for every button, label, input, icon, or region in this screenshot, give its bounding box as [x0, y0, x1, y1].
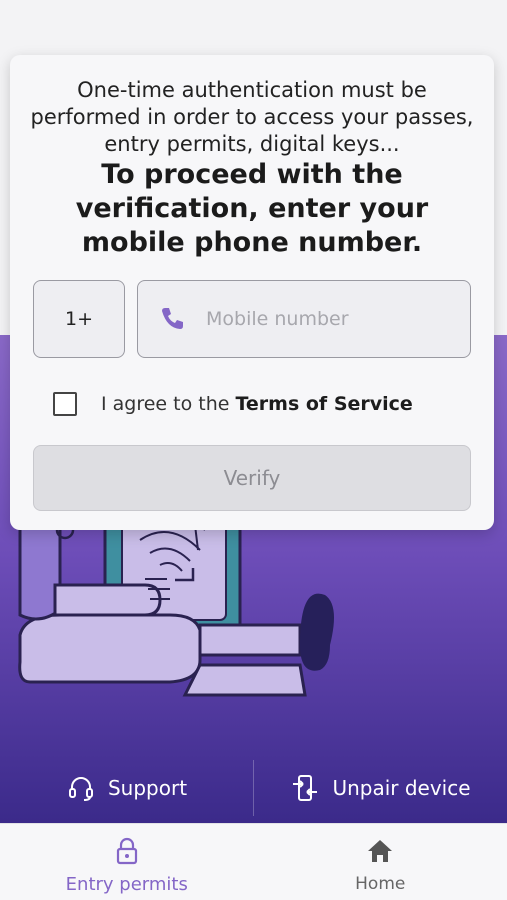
support-label: Support — [107, 776, 188, 800]
headline: To proceed with the verification, enter … — [75, 159, 429, 258]
unpair-device-button[interactable]: Unpair device — [254, 760, 507, 816]
headset-icon — [68, 777, 93, 801]
verification-card: One-time authentication must be performe… — [10, 55, 494, 530]
tab-home[interactable]: Home — [254, 824, 507, 900]
hero-actions: Support Unpair device — [0, 760, 507, 816]
country-code-selector[interactable]: 1+ — [33, 280, 125, 358]
phone-number-input[interactable] — [206, 308, 456, 330]
unpair-device-icon — [293, 775, 318, 801]
lock-icon — [116, 837, 137, 865]
tab-home-label: Home — [355, 874, 406, 894]
agree-text: I agree to the — [101, 393, 230, 415]
phone-icon — [162, 308, 183, 329]
tab-entry-permits-label: Entry permits — [65, 874, 188, 895]
terms-agreement-row: I agree to the Terms of Service — [53, 391, 413, 417]
support-button[interactable]: Support — [0, 760, 253, 816]
home-icon — [368, 840, 393, 862]
phone-number-field[interactable] — [137, 280, 471, 358]
bottom-tab-bar: Entry permits Home — [0, 823, 507, 900]
terms-checkbox[interactable] — [53, 392, 77, 416]
verify-button[interactable]: Verify — [33, 445, 471, 511]
tab-entry-permits[interactable]: Entry permits — [0, 824, 254, 900]
intro-text: One-time authentication must be performe… — [30, 78, 474, 156]
unpair-device-label: Unpair device — [332, 776, 471, 800]
terms-of-service-link[interactable]: Terms of Service — [235, 393, 412, 415]
